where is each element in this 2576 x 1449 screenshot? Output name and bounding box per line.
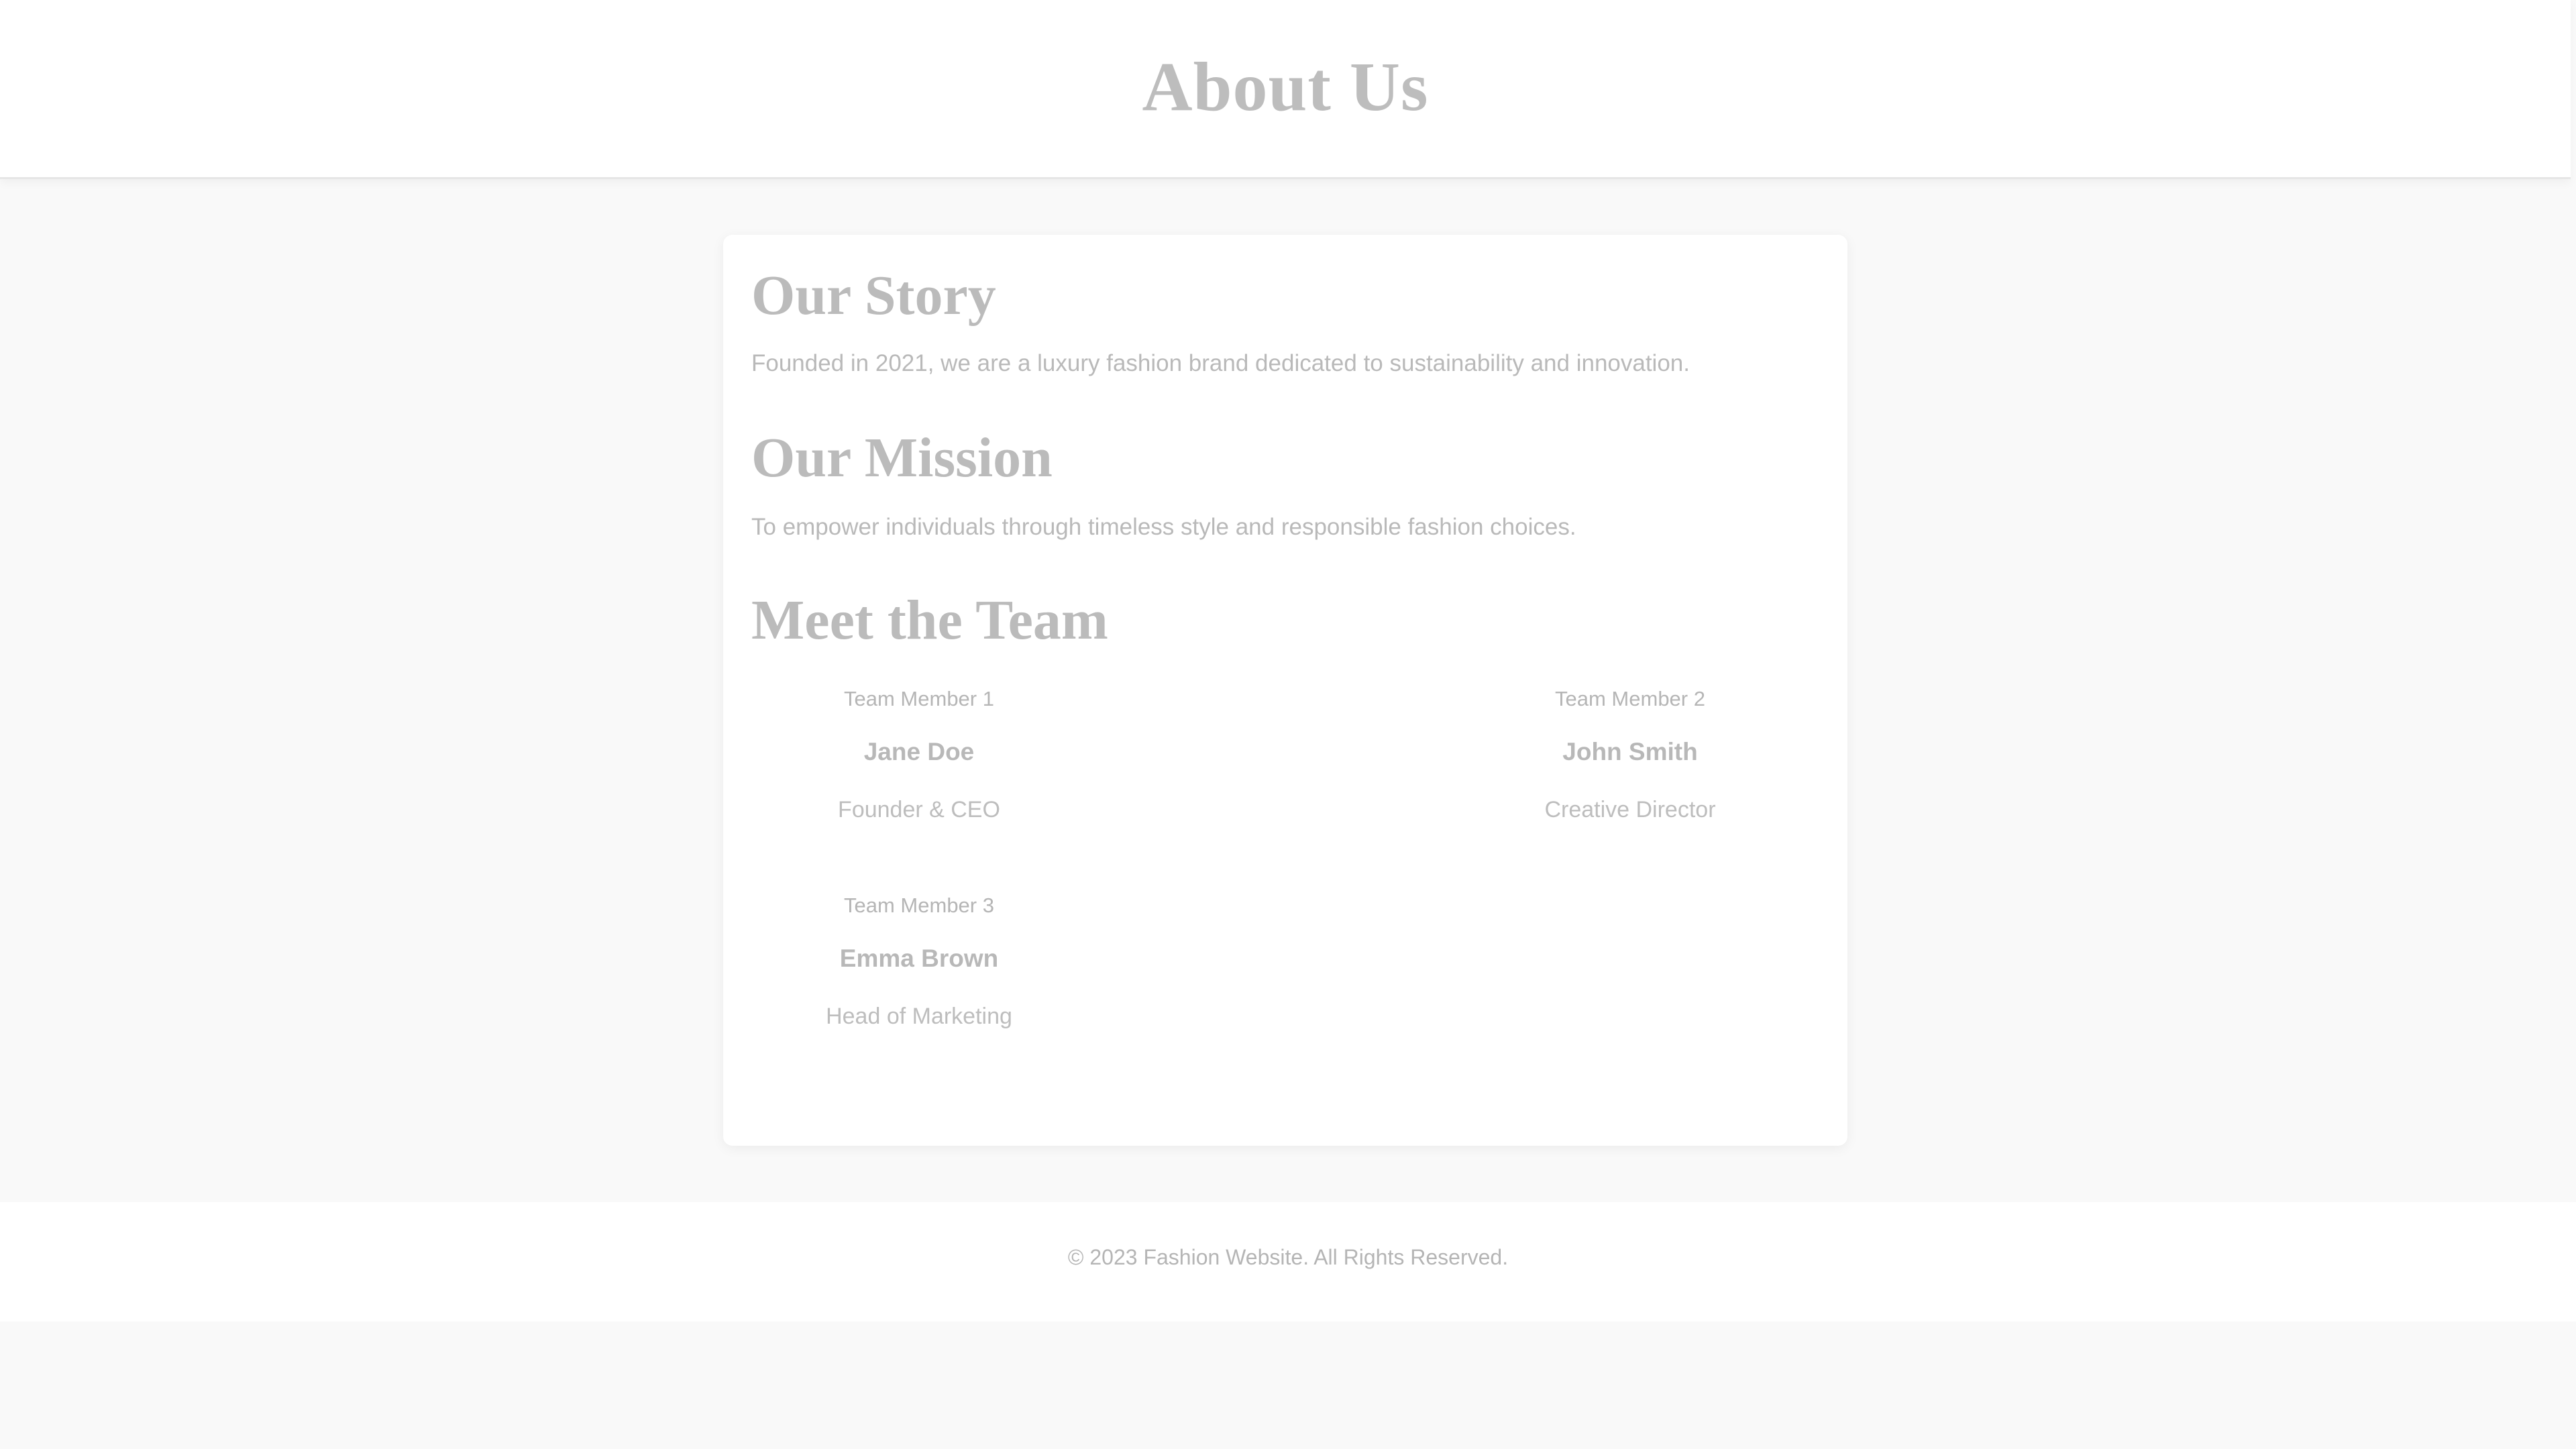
site-footer: © 2023 Fashion Website. All Rights Reser… [0,1202,2576,1322]
team-member-photo: Team Member 2 [1555,687,1705,710]
team-member-name: John Smith [1562,738,1698,765]
our-mission-text: To empower individuals through timeless … [751,514,1576,540]
our-story-text: Founded in 2021, we are a luxury fashion… [751,350,1690,376]
team-member-name: Jane Doe [863,738,975,765]
our-story-heading: Our Story [751,264,996,327]
page-title: About Us [1142,48,1429,125]
our-mission-heading: Our Mission [751,427,1053,489]
about-content-card: Our Story Founded in 2021, we are a luxu… [723,235,1847,1146]
team-member-photo: Team Member 3 [844,894,994,917]
meet-the-team-heading: Meet the Team [751,589,1108,651]
team-member-photo: Team Member 1 [844,687,994,710]
site-header: About Us [0,0,2571,179]
team-member-role: Creative Director [1544,797,1716,822]
team-member-name: Emma Brown [839,945,999,972]
team-member-role: Head of Marketing [826,1004,1012,1029]
team-member-role: Founder & CEO [838,797,1000,822]
copyright-text: © 2023 Fashion Website. All Rights Reser… [1067,1245,1509,1269]
